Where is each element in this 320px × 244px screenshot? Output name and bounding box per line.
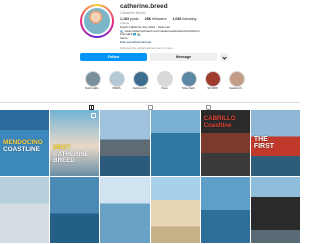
post-tile[interactable]: [0, 177, 50, 243]
profile-tabs: [0, 102, 300, 110]
highlight-cover: [204, 71, 221, 87]
post-caption-overlay: MEET CATHERINE BREED: [53, 144, 89, 164]
follow-button[interactable]: Follow: [80, 53, 147, 61]
post-tile[interactable]: [250, 177, 300, 243]
post-caption-overlay: THE FIRST: [253, 136, 275, 151]
post-tile[interactable]: [150, 110, 200, 176]
profile-avatar[interactable]: [80, 4, 114, 38]
highlight-cover: [180, 71, 197, 87]
highlight-label: SF 4900ft: [207, 87, 218, 90]
following-count[interactable]: 1,036 following: [172, 16, 196, 22]
carousel-icon: [91, 113, 97, 118]
highlight-item[interactable]: South Califo...: [84, 71, 101, 91]
post-caption-overlay: CABRILLO Coastline: [203, 115, 236, 129]
highlight-cover: [156, 71, 173, 87]
highlight-item[interactable]: Press: [156, 71, 173, 91]
highlight-item[interactable]: Catalina Ch...: [228, 71, 245, 91]
followers-count[interactable]: 28K followers: [145, 16, 167, 22]
post-tile[interactable]: MEET CATHERINE BREED: [50, 110, 100, 176]
highlight-cover: [228, 71, 245, 87]
highlight-cover: [84, 71, 101, 87]
posts-grid: MENDOCINO COASTLINE MEET CATHERINE BREED C…: [0, 110, 300, 244]
highlight-cover: [108, 71, 125, 87]
post-tile[interactable]: [150, 177, 200, 243]
message-button[interactable]: Message: [150, 53, 217, 61]
post-tile[interactable]: CABRILLO Coastline: [200, 110, 250, 176]
reels-icon[interactable]: [148, 104, 153, 110]
profile-header: catherine.breed Catherine Breed 1,183 po…: [0, 0, 300, 107]
highlight-label: Swimmers B...: [132, 87, 149, 90]
highlight-item[interactable]: PRESS: [108, 71, 125, 91]
profile-actions: Follow Message: [80, 53, 228, 61]
post-tile[interactable]: MENDOCINO COASTLINE: [0, 110, 50, 176]
followed-by[interactable]: Followed by catherinebreed and 1 more: [120, 46, 290, 50]
highlight-cover: [132, 71, 149, 87]
suggested-chevron-icon[interactable]: [220, 53, 228, 61]
post-tile[interactable]: [50, 177, 100, 243]
highlight-item[interactable]: SF 4900ft: [204, 71, 221, 91]
bio-link[interactable]: linktr.ee/catherinebreed: [120, 41, 290, 45]
grid-icon[interactable]: [89, 104, 95, 110]
avatar-image: [82, 6, 112, 36]
tagged-icon[interactable]: [206, 104, 211, 110]
highlight-item[interactable]: Tahoe Swim: [180, 71, 197, 91]
post-tile[interactable]: THE FIRST: [250, 110, 300, 176]
highlight-label: Catalina Ch...: [229, 87, 244, 90]
post-tile[interactable]: [200, 177, 250, 243]
username: catherine.breed: [120, 3, 168, 10]
profile-info: catherine.breed Catherine Breed 1,183 po…: [120, 3, 290, 50]
highlight-item[interactable]: Swimmers B...: [132, 71, 149, 91]
post-tile[interactable]: [100, 110, 150, 176]
highlight-label: Tahoe Swim: [181, 87, 196, 90]
post-caption-overlay: MENDOCINO COASTLINE: [3, 139, 43, 153]
post-tile[interactable]: [100, 177, 150, 243]
highlight-label: PRESS: [112, 87, 121, 90]
highlight-label: Press: [161, 87, 168, 90]
story-highlights: South Califo... PRESS Swimmers B... Pres…: [84, 71, 245, 91]
highlight-label: South Califo...: [84, 87, 101, 90]
